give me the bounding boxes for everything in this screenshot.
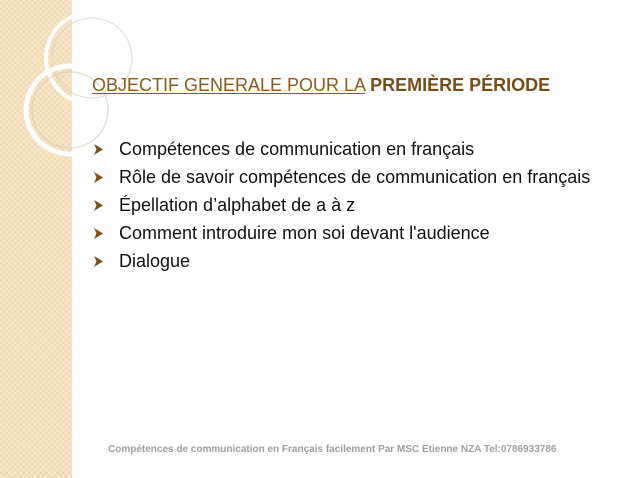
list-item-text: Épellation d’alphabet de a à z <box>119 195 356 215</box>
list-item-text: Comment introduire mon soi devant l'audi… <box>119 223 490 243</box>
arrowhead-bullet-icon <box>94 144 103 155</box>
list-item-text: Compétences de communication en français <box>119 139 475 159</box>
slide-title-bold: PREMIÈRE PÉRIODE <box>370 75 551 95</box>
arrowhead-bullet-icon <box>94 228 103 239</box>
list-item: Rôle de savoir compétences de communicat… <box>92 166 612 189</box>
slide-title-underlined: OBJECTIF GENERALE POUR LA <box>92 75 366 95</box>
slide-title: OBJECTIF GENERALE POUR LA PREMIÈRE PÉRIO… <box>92 74 562 96</box>
list-item-text: Dialogue <box>119 251 191 271</box>
list-item: Épellation d’alphabet de a à z <box>92 194 612 217</box>
list-item-text: Rôle de savoir compétences de communicat… <box>119 167 591 187</box>
arrowhead-bullet-icon <box>94 200 103 211</box>
objectives-list: Compétences de communication en français… <box>92 138 612 278</box>
list-item: Dialogue <box>92 250 612 273</box>
arrowhead-bullet-icon <box>94 172 103 183</box>
list-item: Comment introduire mon soi devant l'audi… <box>92 222 612 245</box>
slide-footer: Compétences de communication en Français… <box>108 444 557 455</box>
arrowhead-bullet-icon <box>94 256 103 267</box>
list-item: Compétences de communication en français <box>92 138 612 161</box>
